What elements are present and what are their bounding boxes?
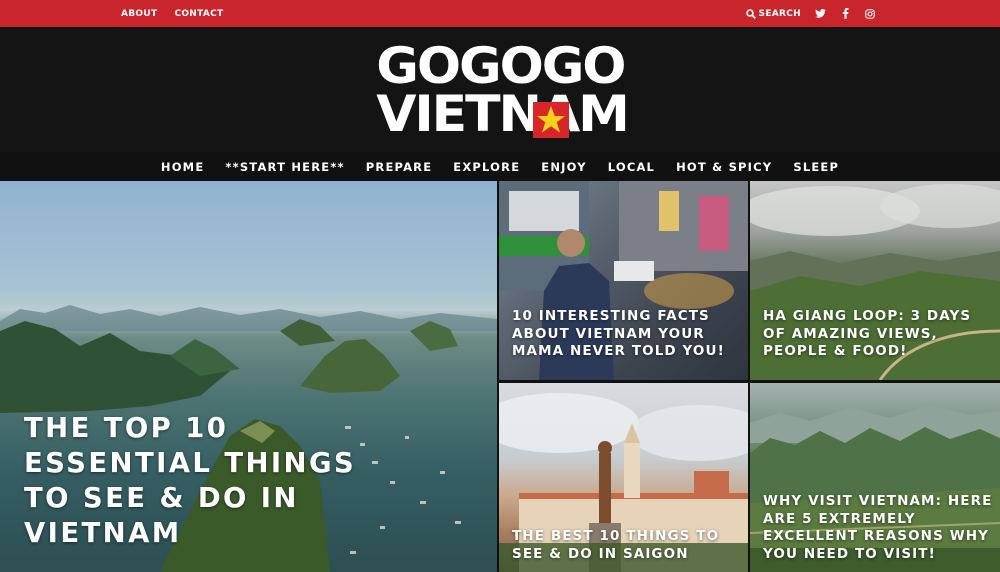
featured-post[interactable]: THE TOP 10 ESSENTIAL THINGS TO SEE & DO …: [0, 181, 497, 572]
search-button[interactable]: SEARCH: [745, 8, 801, 19]
post-card-vietnam-facts[interactable]: 10 INTERESTING FACTS ABOUT VIETNAM YOUR …: [499, 181, 748, 380]
nav-item-enjoy[interactable]: ENJOY: [541, 160, 586, 174]
top-links: ABOUT CONTACT: [121, 0, 223, 27]
site-logo[interactable]: GOGOGO VIETNAM: [376, 40, 630, 141]
site-header: GOGOGO VIETNAM: [0, 27, 1000, 152]
post-card-title: WHY VISIT VIETNAM: HERE ARE 5 EXTREMELY …: [763, 493, 993, 562]
featured-post-title: THE TOP 10 ESSENTIAL THINGS TO SEE & DO …: [24, 412, 357, 549]
search-label: SEARCH: [758, 8, 801, 19]
post-card-title: 10 INTERESTING FACTS ABOUT VIETNAM YOUR …: [512, 308, 725, 359]
twitter-icon[interactable]: [814, 8, 826, 20]
logo-line-1: GOGOGO: [376, 37, 626, 95]
top-bar: ABOUT CONTACT SEARCH: [0, 0, 1000, 27]
post-card-title: THE BEST 10 THINGS TO SEE & DO IN SAIGON: [512, 528, 720, 562]
about-link[interactable]: ABOUT: [121, 9, 157, 19]
nav-item-home[interactable]: HOME: [161, 160, 205, 174]
post-card-saigon[interactable]: THE BEST 10 THINGS TO SEE & DO IN SAIGON: [499, 383, 748, 572]
post-card-why-visit-vietnam[interactable]: WHY VISIT VIETNAM: HERE ARE 5 EXTREMELY …: [750, 383, 1000, 572]
post-card-title: HA GIANG LOOP: 3 DAYS OF AMAZING VIEWS, …: [763, 308, 972, 359]
star-icon: [533, 102, 569, 138]
nav-item-explore[interactable]: EXPLORE: [453, 160, 520, 174]
facebook-icon[interactable]: [839, 8, 851, 20]
main-nav: HOME **START HERE** PREPARE EXPLORE ENJO…: [0, 152, 1000, 181]
nav-item-hot-spicy[interactable]: HOT & SPICY: [676, 160, 772, 174]
instagram-icon[interactable]: [864, 8, 876, 20]
logo-line-2: VIETNAM: [376, 85, 630, 143]
nav-item-sleep[interactable]: SLEEP: [793, 160, 839, 174]
search-icon: [745, 8, 756, 19]
nav-item-prepare[interactable]: PREPARE: [366, 160, 433, 174]
nav-item-start-here[interactable]: **START HERE**: [225, 160, 344, 174]
top-actions: SEARCH: [745, 0, 876, 27]
post-card-ha-giang-loop[interactable]: HA GIANG LOOP: 3 DAYS OF AMAZING VIEWS, …: [750, 181, 1000, 380]
nav-item-local[interactable]: LOCAL: [608, 160, 655, 174]
contact-link[interactable]: CONTACT: [174, 9, 223, 19]
